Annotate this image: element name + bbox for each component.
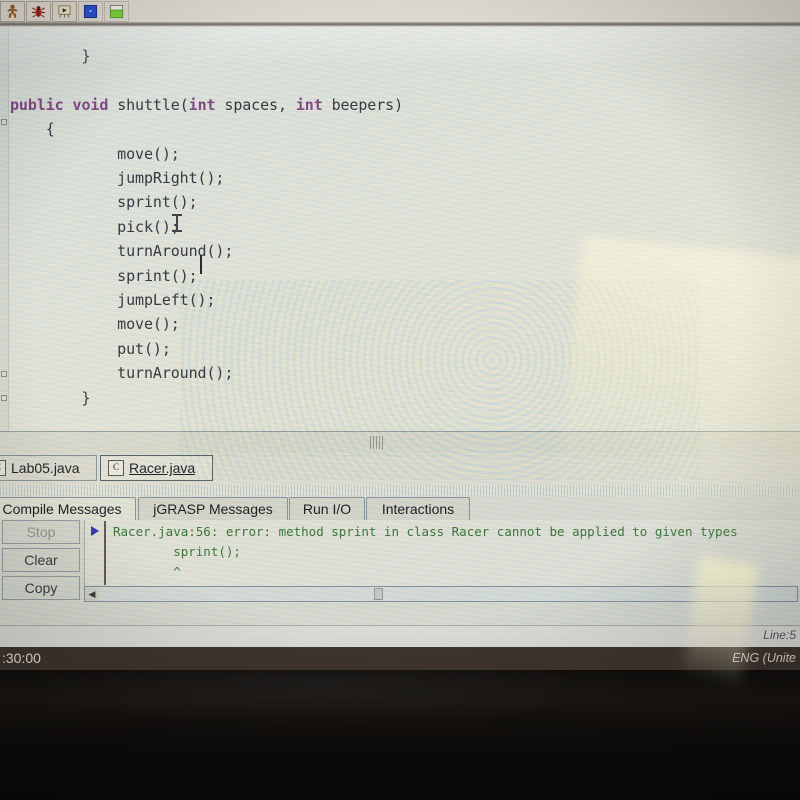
clear-button[interactable]: Clear [2,548,80,572]
message-button-column: Stop Clear Copy [2,520,80,604]
error-group-bar [104,521,106,585]
file-tab-label: Racer.java [129,460,196,476]
compile-output-hscrollbar[interactable]: ◀ [84,586,798,602]
file-tab-racer[interactable]: C Racer.java [100,455,213,481]
tab-compile-messages[interactable]: Compile Messages [0,497,136,520]
split-pane-divider[interactable] [0,431,800,455]
tab-label: Compile Messages [2,501,122,517]
code-editor[interactable]: } public void shuttle(int spaces, int be… [0,27,800,431]
stop-button[interactable]: Stop [2,520,80,544]
run-in-canvas-icon[interactable] [52,0,77,22]
message-body: Stop Clear Copy Racer.java:56: error: me… [0,520,800,604]
line-indicator: Line:5 [763,628,796,642]
error-line-2: sprint(); [113,544,241,559]
green-square-icon[interactable] [104,0,129,22]
taskbar-language-indicator[interactable]: ENG (Unite [732,651,796,665]
tab-label: Interactions [381,501,455,517]
error-line-1: Racer.java:56: error: method sprint in c… [113,524,738,539]
scrollbar-thumb[interactable] [374,588,383,600]
blue-square-icon[interactable] [78,0,103,22]
message-panel: Compile Messages jGRASP Messages Run I/O… [0,485,800,625]
scrollbar-track[interactable] [99,587,797,601]
clear-button-label: Clear [24,552,58,568]
java-class-icon: C [108,460,124,476]
ibeam-mouse-cursor [172,213,182,233]
text-caret [200,255,202,274]
source-code[interactable]: } public void shuttle(int spaces, int be… [10,44,800,410]
laptop-bezel [0,670,800,800]
error-marker-icon[interactable] [91,526,99,536]
fold-marker-icon[interactable] [1,371,7,377]
tab-label: Run I/O [302,501,352,517]
panel-grip-strip [0,485,800,497]
editor-gutter [0,27,9,431]
fold-marker-icon[interactable] [1,395,7,401]
file-tab-label: Lab05.java [11,460,80,476]
tab-run-io[interactable]: Run I/O [289,497,365,520]
scroll-left-arrow-icon[interactable]: ◀ [85,587,99,601]
tab-jgrasp-messages[interactable]: jGRASP Messages [138,497,288,520]
windows-taskbar: :30:00 ENG (Unite [0,647,800,670]
java-class-icon: C [0,460,6,476]
split-grip-icon[interactable] [370,436,384,449]
run-applet-icon[interactable] [0,0,25,22]
error-line-3: ^ [113,564,181,579]
laptop-screen: } public void shuttle(int spaces, int be… [0,0,800,670]
bezel-sheen [0,670,800,800]
compile-error-text: Racer.java:56: error: method sprint in c… [113,522,800,582]
toolbar-empty-space [130,0,800,22]
toolbar [0,0,800,22]
tab-interactions[interactable]: Interactions [366,497,470,520]
fold-marker-icon[interactable] [1,119,7,125]
file-tab-bar: C Lab05.java C Racer.java [0,453,800,485]
message-tab-bar: Compile Messages jGRASP Messages Run I/O… [0,497,800,521]
status-bar: Line:5 [0,625,800,648]
taskbar-clock[interactable]: :30:00 [2,650,41,666]
stop-button-label: Stop [26,524,56,540]
file-tab-lab05[interactable]: C Lab05.java [0,455,97,481]
copy-button[interactable]: Copy [2,576,80,600]
tab-label: jGRASP Messages [153,501,273,517]
copy-button-label: Copy [24,580,58,596]
debug-bug-icon[interactable] [26,0,51,22]
compile-output[interactable]: Racer.java:56: error: method sprint in c… [84,520,800,586]
